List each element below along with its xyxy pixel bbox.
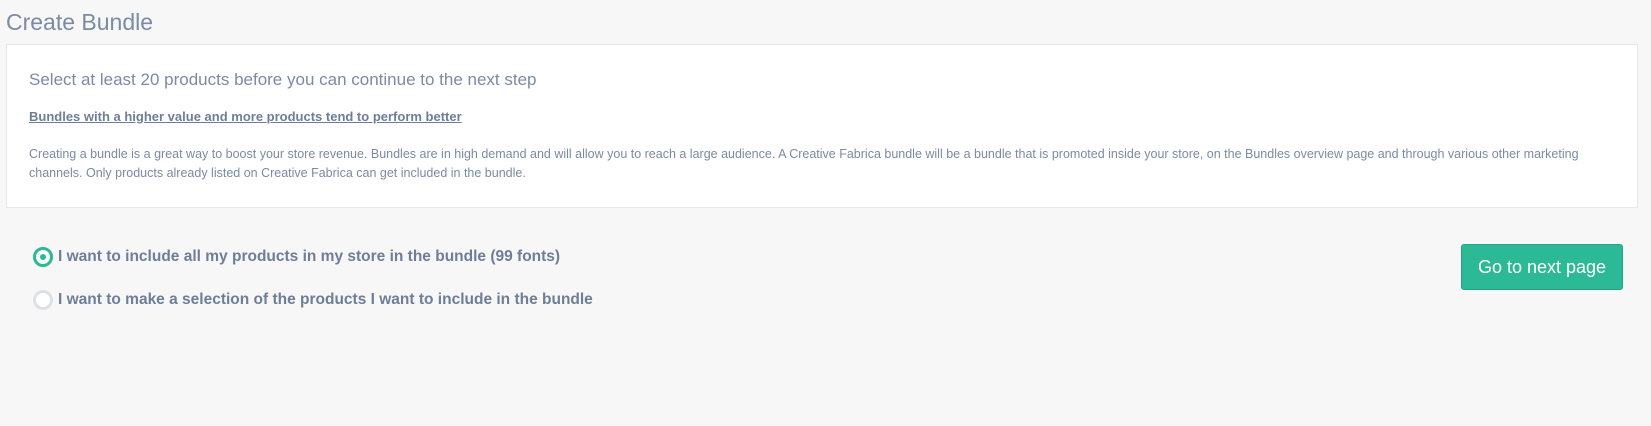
option-all-products[interactable]: I want to include all my products in my …: [33, 244, 593, 270]
option-all-products-label[interactable]: I want to include all my products in my …: [58, 247, 560, 267]
option-selection-label[interactable]: I want to make a selection of the produc…: [58, 290, 593, 310]
page-title: Create Bundle: [6, 9, 154, 35]
go-to-next-page-button[interactable]: Go to next page: [1461, 244, 1623, 290]
info-tip: Bundles with a higher value and more pro…: [29, 109, 462, 124]
radio-selected-dot: [40, 254, 46, 260]
radio-selection[interactable]: [33, 290, 53, 310]
bundle-options: I want to include all my products in my …: [33, 244, 593, 313]
info-description: Creating a bundle is a great way to boos…: [29, 147, 1579, 180]
radio-all-products[interactable]: [33, 247, 53, 267]
info-card: Select at least 20 products before you c…: [6, 44, 1638, 208]
info-heading: Select at least 20 products before you c…: [29, 70, 537, 89]
option-selection[interactable]: I want to make a selection of the produc…: [33, 287, 593, 313]
